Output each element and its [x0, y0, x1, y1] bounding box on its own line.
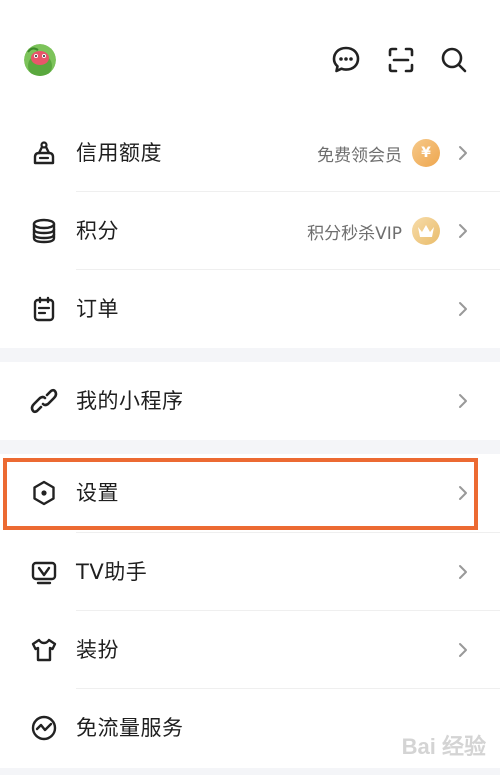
menu-item-credit[interactable]: 信用额度 免费领会员 ¥: [0, 114, 500, 192]
order-list-icon: [28, 293, 60, 325]
menu-item-label: 订单: [76, 297, 119, 321]
menu-item-tv-helper[interactable]: TV助手: [0, 533, 500, 611]
menu-item-mini-programs[interactable]: 我的小程序: [0, 362, 500, 440]
yuan-badge: ¥: [412, 139, 440, 167]
link-icon: [28, 385, 60, 417]
menu-item-points[interactable]: 积分 积分秒杀VIP: [0, 192, 500, 270]
highlight-box: [3, 458, 478, 530]
menu-item-orders[interactable]: 订单: [0, 270, 500, 348]
bottom-separator: [0, 768, 500, 775]
avatar-icon: [24, 44, 56, 76]
search-button[interactable]: [438, 44, 470, 76]
menu-item-label: 装扮: [76, 638, 119, 662]
chevron-right-icon: [458, 533, 468, 611]
section-separator: [0, 348, 500, 362]
chevron-right-icon: [458, 611, 468, 689]
pulse-icon: [28, 712, 60, 744]
cake-icon: [28, 137, 60, 169]
avatar[interactable]: [24, 44, 56, 76]
tshirt-icon: [28, 634, 60, 666]
chevron-right-icon: [458, 114, 468, 192]
search-icon: [441, 47, 467, 73]
menu-item-label: 信用额度: [76, 141, 162, 165]
promo-text: 积分秒杀VIP: [307, 223, 402, 244]
crown-icon: [412, 217, 440, 245]
menu-item-label: TV助手: [76, 560, 148, 584]
watermark: Bai 经验: [401, 734, 486, 759]
menu-item-label: 免流量服务: [76, 716, 184, 740]
chevron-right-icon: [458, 270, 468, 348]
section-separator: [0, 440, 500, 454]
menu-item-label: 积分: [76, 219, 119, 243]
tv-icon: [28, 556, 60, 588]
menu-item-dress-up[interactable]: 装扮: [0, 611, 500, 689]
menu-item-label: 我的小程序: [76, 389, 184, 413]
chat-bubble-icon: [332, 46, 360, 73]
chevron-right-icon: [458, 362, 468, 440]
scan-icon: [388, 47, 414, 73]
promo-text: 免费领会员: [317, 145, 402, 166]
coins-stack-icon: [28, 215, 60, 247]
chat-button[interactable]: [330, 44, 362, 76]
scan-button[interactable]: [385, 44, 417, 76]
chevron-right-icon: [458, 192, 468, 270]
promo-info: 免费领会员 ¥: [317, 114, 440, 192]
promo-info: 积分秒杀VIP: [307, 192, 440, 270]
top-header: [0, 0, 500, 112]
